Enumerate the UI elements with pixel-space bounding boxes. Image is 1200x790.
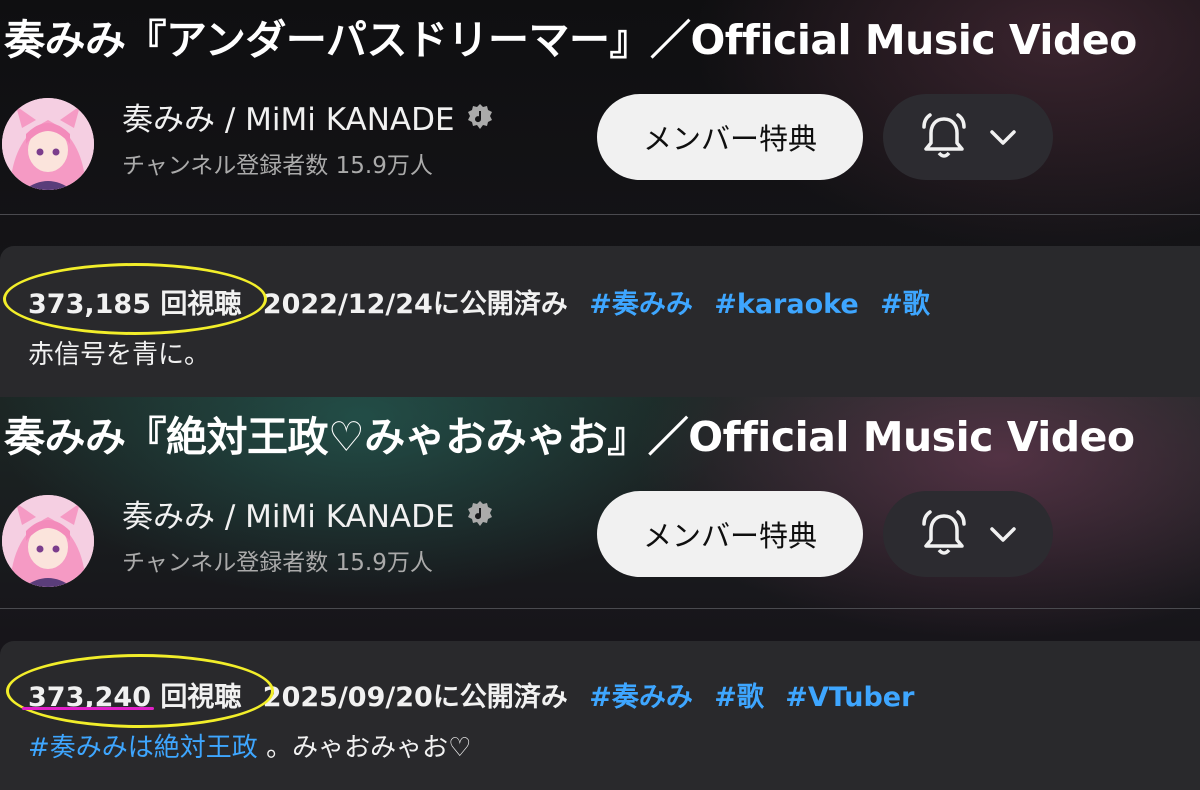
- channel-avatar[interactable]: [2, 495, 94, 587]
- chevron-down-icon: [990, 130, 1016, 145]
- hashtag-link[interactable]: #karaoke: [714, 289, 858, 320]
- hashtag-link[interactable]: #VTuber: [785, 682, 914, 713]
- membership-button[interactable]: メンバー特典: [597, 491, 863, 577]
- notification-button[interactable]: [883, 491, 1053, 577]
- membership-button[interactable]: メンバー特典: [597, 94, 863, 180]
- channel-name-row[interactable]: 奏みみ / MiMi KANADE: [122, 491, 495, 536]
- description-text: 赤信号を青に。: [28, 340, 211, 370]
- verified-check-icon: [465, 102, 495, 132]
- hashtag-link[interactable]: #歌: [714, 682, 764, 713]
- subscriber-count: チャンネル登録者数 15.9万人: [122, 550, 433, 576]
- bell-icon: [922, 113, 966, 158]
- highlight-circle-annotation: [3, 263, 267, 335]
- video-panel-1: 奏みみ『アンダーパスドリーマー』／Official Music Video 奏み…: [0, 0, 1200, 397]
- publish-date: 2022/12/24に公開済み: [262, 289, 568, 320]
- video-title: 奏みみ『アンダーパスドリーマー』／Official Music Video: [4, 16, 1137, 64]
- video-panel-2: 奏みみ『絶対王政♡みゃおみゃお』／Official Music Video 奏み…: [0, 397, 1200, 790]
- hashtag-link[interactable]: #奏みみ: [589, 682, 693, 713]
- hashtag-link[interactable]: #奏みみは絶対王政: [28, 733, 258, 763]
- hashtag-link[interactable]: #奏みみ: [589, 289, 693, 320]
- description-text: #奏みみは絶対王政 。みゃおみゃお♡: [28, 727, 471, 764]
- highlight-underline-annotation: [22, 707, 154, 710]
- hashtag-link[interactable]: #歌: [880, 289, 930, 320]
- channel-name[interactable]: 奏みみ / MiMi KANADE: [122, 491, 455, 536]
- channel-name-row[interactable]: 奏みみ / MiMi KANADE: [122, 94, 495, 139]
- divider: [0, 608, 1200, 609]
- divider: [0, 214, 1200, 215]
- video-title: 奏みみ『絶対王政♡みゃおみゃお』／Official Music Video: [4, 413, 1135, 461]
- channel-avatar[interactable]: [2, 98, 94, 190]
- highlight-circle-annotation: [6, 654, 274, 728]
- description-rest: 。みゃおみゃお♡: [266, 733, 472, 763]
- bell-icon: [922, 510, 966, 555]
- subscriber-count: チャンネル登録者数 15.9万人: [122, 153, 433, 179]
- channel-name[interactable]: 奏みみ / MiMi KANADE: [122, 94, 455, 139]
- publish-date: 2025/09/20に公開済み: [262, 682, 568, 713]
- chevron-down-icon: [990, 527, 1016, 542]
- verified-check-icon: [465, 499, 495, 529]
- notification-button[interactable]: [883, 94, 1053, 180]
